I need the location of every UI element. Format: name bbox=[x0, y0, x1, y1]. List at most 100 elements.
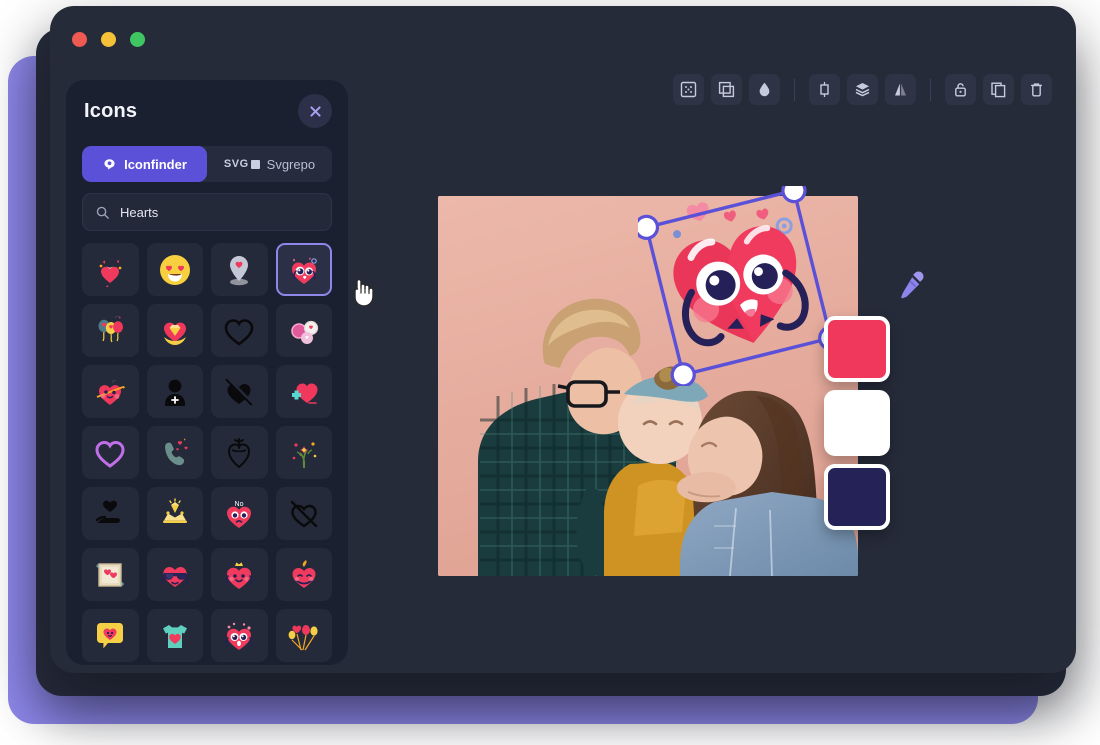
anatomical-heart-outline-icon bbox=[228, 437, 251, 468]
toolbar-divider bbox=[794, 78, 795, 101]
icon-result-floral-bouquet[interactable] bbox=[275, 426, 332, 479]
iconfinder-logo-icon bbox=[104, 158, 115, 169]
icon-result-heart-surprised-face[interactable] bbox=[211, 609, 268, 662]
hand-pointer-icon bbox=[354, 278, 374, 307]
photo-artwork bbox=[438, 196, 858, 576]
heart-king-crown-icon bbox=[225, 561, 253, 589]
source-tabs: Iconfinder SVG Svgrepo bbox=[82, 146, 332, 182]
panel-header: Icons bbox=[66, 80, 348, 142]
heart-location-pin-icon bbox=[230, 255, 249, 285]
svg-text:No: No bbox=[235, 501, 244, 508]
title-bar bbox=[50, 6, 1076, 68]
artboard-icon bbox=[680, 81, 697, 98]
icon-result-heart-sad-no[interactable]: No bbox=[211, 487, 268, 540]
window-close-button[interactable] bbox=[72, 32, 87, 47]
app-window: Icons Iconfinder SVG Svgrepo Hearts No bbox=[50, 6, 1076, 673]
lock-open-icon bbox=[955, 83, 966, 97]
swatch-navy[interactable] bbox=[824, 464, 890, 530]
eyedropper-tool[interactable] bbox=[895, 268, 929, 307]
flip-horizontal-icon bbox=[895, 83, 906, 96]
icon-result-heart-outline-purple[interactable] bbox=[82, 426, 139, 479]
icon-result-heart-speech-bubble[interactable] bbox=[82, 609, 139, 662]
window-controls bbox=[72, 32, 145, 47]
icon-result-heart-location-pin[interactable] bbox=[211, 243, 268, 296]
heart-character-big-eyes-icon bbox=[291, 256, 317, 284]
search-field[interactable]: Hearts bbox=[82, 193, 332, 231]
mouse-cursor-pointer bbox=[350, 276, 376, 308]
window-maximize-button[interactable] bbox=[130, 32, 145, 47]
close-icon bbox=[309, 105, 321, 117]
icon-result-heart-flame-candle[interactable] bbox=[275, 548, 332, 601]
icon-result-winged-heart[interactable] bbox=[82, 243, 139, 296]
icon-result-heart-outline[interactable] bbox=[211, 304, 268, 357]
icon-result-heart-macarons[interactable] bbox=[275, 304, 332, 357]
icon-result-heart-diamond-gold[interactable] bbox=[146, 304, 203, 357]
icon-result-person-add-silhouette[interactable] bbox=[146, 365, 203, 418]
tab-svgrepo-label: Svgrepo bbox=[266, 156, 316, 172]
heart-sunglasses-cool-icon bbox=[161, 566, 189, 587]
align-vertical-center-icon bbox=[820, 81, 829, 98]
tab-iconfinder-label: Iconfinder bbox=[124, 156, 187, 172]
tab-iconfinder[interactable]: Iconfinder bbox=[82, 146, 207, 182]
swatch-white[interactable] bbox=[824, 390, 890, 456]
icon-result-heart-sunglasses-cool[interactable] bbox=[146, 548, 203, 601]
icon-result-anatomical-heart-outline[interactable] bbox=[211, 426, 268, 479]
duplicate-layers-button[interactable] bbox=[711, 74, 742, 105]
heart-balloons-stems-icon bbox=[288, 624, 318, 650]
icon-result-heart-tshirt[interactable] bbox=[146, 609, 203, 662]
flip-button[interactable] bbox=[885, 74, 916, 105]
swatch-red[interactable] bbox=[824, 316, 890, 382]
icon-result-heart-character-big-eyes[interactable] bbox=[275, 243, 332, 296]
phone-love-call-icon bbox=[164, 437, 188, 465]
copy-button[interactable] bbox=[983, 74, 1014, 105]
tiara-crown-diamond-icon bbox=[162, 497, 187, 523]
icon-results-grid: No bbox=[82, 243, 332, 662]
toolbar-divider-2 bbox=[930, 78, 931, 101]
heart-outline-purple-icon bbox=[95, 440, 125, 468]
icon-result-tiara-crown-diamond[interactable] bbox=[146, 487, 203, 540]
svgrepo-logo-icon: SVG bbox=[224, 158, 260, 170]
search-input[interactable]: Hearts bbox=[120, 205, 158, 220]
winged-heart-icon bbox=[99, 259, 122, 287]
layers-icon bbox=[855, 83, 870, 97]
lock-button[interactable] bbox=[945, 74, 976, 105]
floral-bouquet-icon bbox=[292, 441, 317, 468]
copy-icon bbox=[991, 82, 1006, 98]
icon-result-heart-balloons-bunch[interactable] bbox=[82, 304, 139, 357]
close-panel-button[interactable] bbox=[298, 94, 332, 128]
heart-speech-bubble-icon bbox=[97, 622, 124, 648]
search-icon bbox=[96, 206, 109, 219]
family-portrait-photo[interactable] bbox=[438, 196, 858, 576]
heart-broken-slash-icon bbox=[225, 376, 254, 405]
icon-result-heart-balloons-stems[interactable] bbox=[275, 609, 332, 662]
person-add-silhouette-icon bbox=[164, 379, 185, 406]
icon-result-heart-king-crown[interactable] bbox=[211, 548, 268, 601]
icon-result-heart-crossed-out[interactable] bbox=[275, 487, 332, 540]
heart-eyes-emoji-icon bbox=[159, 254, 190, 285]
layers-button[interactable] bbox=[847, 74, 878, 105]
color-swatch-list bbox=[824, 316, 890, 538]
icons-panel: Icons Iconfinder SVG Svgrepo Hearts No bbox=[66, 80, 348, 665]
icon-result-heart-arrow-smiling[interactable] bbox=[82, 365, 139, 418]
fill-button[interactable] bbox=[749, 74, 780, 105]
icon-result-phone-love-call[interactable] bbox=[146, 426, 203, 479]
heart-flame-candle-icon bbox=[292, 559, 316, 588]
heart-health-plus-icon bbox=[291, 383, 318, 404]
tab-svgrepo[interactable]: SVG Svgrepo bbox=[207, 146, 332, 182]
align-center-button[interactable] bbox=[809, 74, 840, 105]
heart-crossed-out-icon bbox=[290, 500, 317, 527]
fill-drop-icon bbox=[759, 82, 770, 97]
top-toolbar bbox=[673, 74, 1052, 105]
artboard-button[interactable] bbox=[673, 74, 704, 105]
delete-button[interactable] bbox=[1021, 74, 1052, 105]
heart-sad-no-icon: No bbox=[227, 501, 252, 528]
icon-result-heart-in-hand[interactable] bbox=[82, 487, 139, 540]
heart-in-hand-icon bbox=[96, 500, 121, 524]
icon-result-heart-health-plus[interactable] bbox=[275, 365, 332, 418]
icon-result-heart-eyes-emoji[interactable] bbox=[146, 243, 203, 296]
heart-macarons-icon bbox=[290, 320, 318, 344]
heart-diamond-gold-icon bbox=[163, 322, 186, 345]
window-minimize-button[interactable] bbox=[101, 32, 116, 47]
icon-result-heart-broken-slash[interactable] bbox=[211, 365, 268, 418]
icon-result-love-letter-stamp[interactable] bbox=[82, 548, 139, 601]
